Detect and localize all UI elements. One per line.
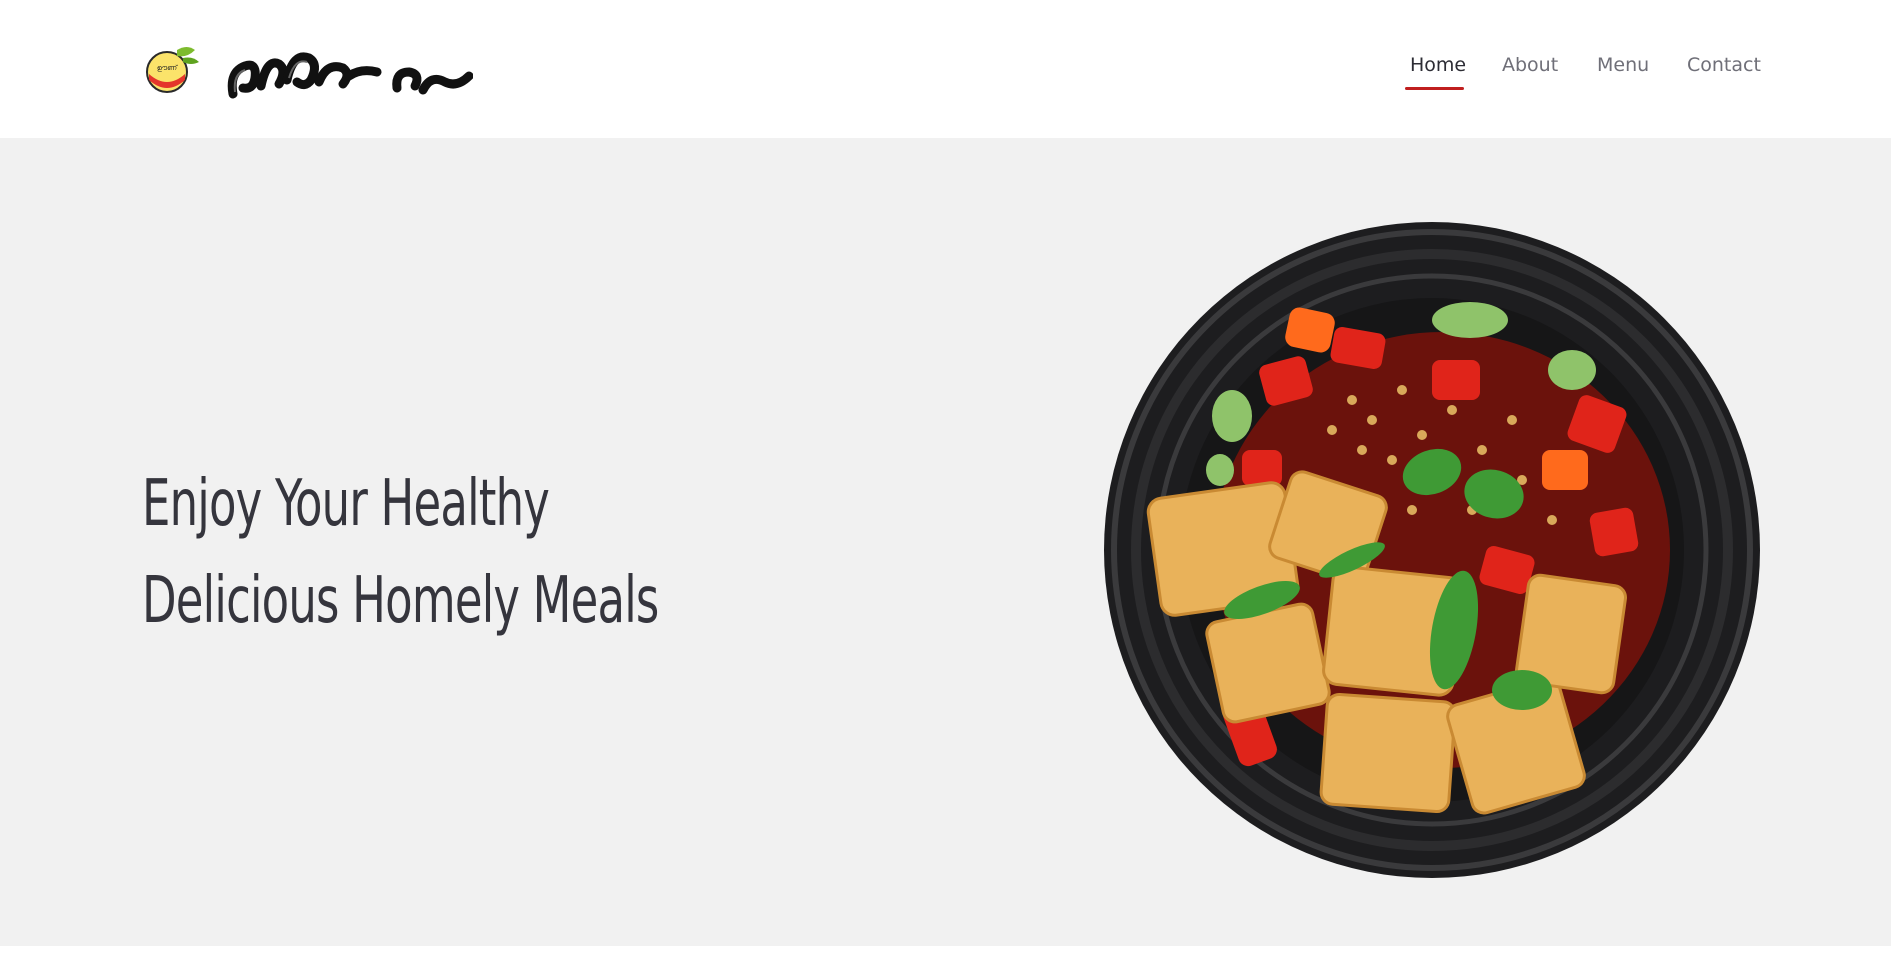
main-nav: Home About Menu Contact bbox=[1400, 54, 1761, 94]
nav-active-underline bbox=[1405, 87, 1464, 90]
site-header: ഊണ് Home About Menu Contact bbox=[0, 0, 1891, 138]
brand-logo-link[interactable]: ഊണ് bbox=[143, 28, 473, 108]
brand-script-logo bbox=[227, 52, 473, 99]
nav-menu[interactable]: Menu bbox=[1597, 54, 1649, 76]
hero-section: Enjoy Your Healthy Delicious Homely Meal… bbox=[0, 138, 1891, 946]
nav-about[interactable]: About bbox=[1502, 54, 1558, 76]
page-bottom-strip bbox=[0, 946, 1891, 957]
hero-title-line-2: Delicious Homely Meals bbox=[142, 564, 659, 638]
svg-text:ഊണ്: ഊണ് bbox=[157, 64, 179, 72]
hero-title-line-1: Enjoy Your Healthy bbox=[142, 467, 550, 541]
hero-title: Enjoy Your Healthy Delicious Homely Meal… bbox=[142, 456, 762, 650]
hero-food-image bbox=[1104, 222, 1760, 878]
nav-contact[interactable]: Contact bbox=[1687, 54, 1761, 76]
brand-badge-icon: ഊണ് bbox=[146, 47, 199, 93]
nav-home[interactable]: Home bbox=[1410, 54, 1466, 76]
